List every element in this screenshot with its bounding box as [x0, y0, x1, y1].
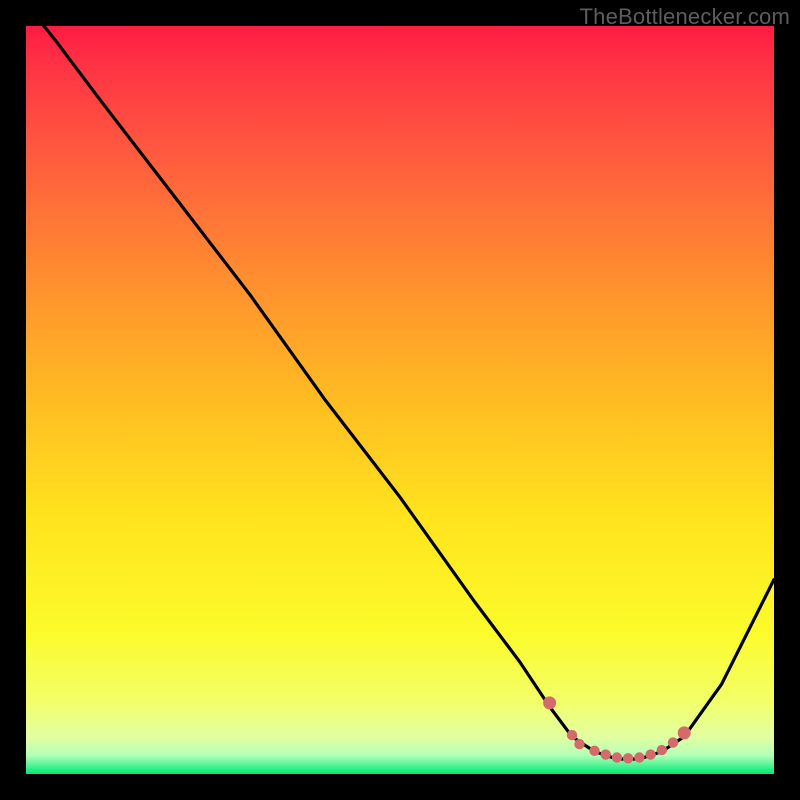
curve-marker: [645, 749, 655, 759]
attribution-text: TheBottlenecker.com: [580, 4, 790, 30]
curve-line: [26, 4, 774, 759]
chart-plot-area: [26, 26, 774, 774]
curve-marker: [623, 753, 633, 763]
curve-marker: [657, 745, 667, 755]
curve-marker: [567, 730, 577, 740]
curve-marker: [543, 696, 556, 709]
curve-marker: [601, 749, 611, 759]
curve-marker: [574, 739, 584, 749]
bottleneck-curve: [26, 26, 774, 774]
curve-marker: [678, 726, 691, 739]
curve-marker: [589, 746, 599, 756]
curve-marker: [612, 752, 622, 762]
curve-marker: [668, 737, 678, 747]
curve-marker: [634, 752, 644, 762]
